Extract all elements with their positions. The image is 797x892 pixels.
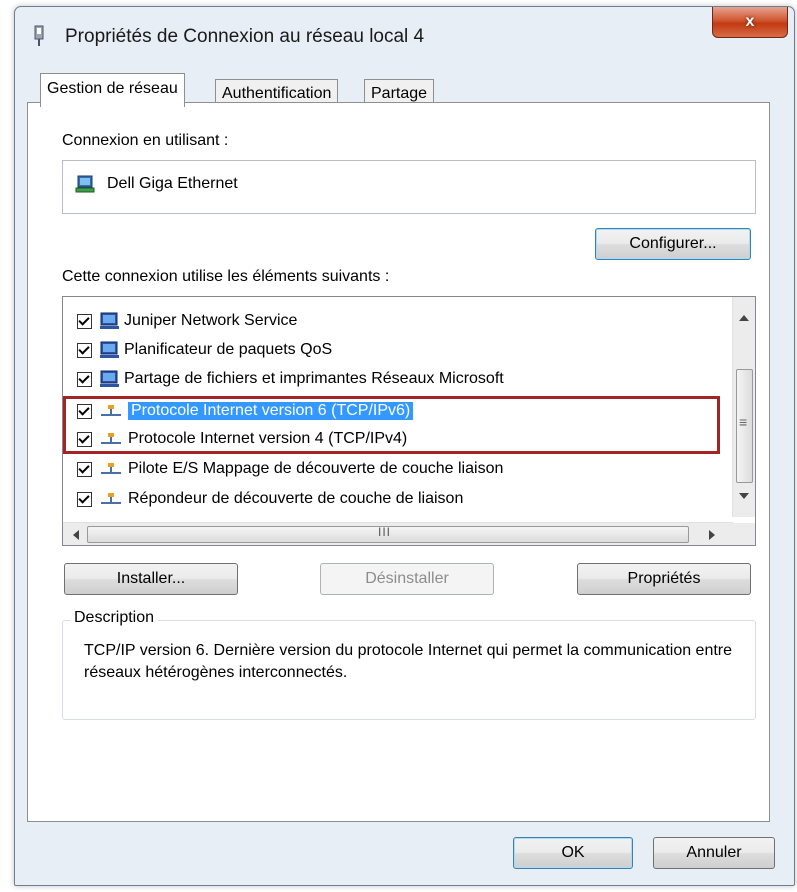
uninstall-label: Désinstaller bbox=[365, 570, 449, 587]
install-button[interactable]: Installer... bbox=[64, 563, 238, 595]
vertical-scroll-thumb[interactable]: ≡ bbox=[736, 369, 753, 483]
list-item[interactable]: Juniper Network Service bbox=[77, 307, 297, 335]
adapter-name: Dell Giga Ethernet bbox=[107, 175, 238, 192]
network-client-icon bbox=[100, 341, 119, 358]
properties-label: Propriétés bbox=[627, 570, 701, 587]
checkbox[interactable] bbox=[77, 342, 92, 358]
ok-label: OK bbox=[561, 844, 585, 861]
checkbox[interactable] bbox=[77, 461, 92, 477]
uninstall-button: Désinstaller bbox=[320, 563, 494, 595]
list-item[interactable]: Répondeur de découverte de couche de lia… bbox=[77, 485, 463, 513]
highlight-box bbox=[63, 396, 720, 454]
description-text: TCP/IP version 6. Dernière version du pr… bbox=[84, 642, 733, 681]
grip-icon: ≡ bbox=[739, 414, 748, 430]
tab-gestion-de-reseau[interactable]: Gestion de réseau bbox=[40, 73, 185, 107]
horizontal-scroll-thumb[interactable]: III bbox=[87, 525, 689, 543]
protocol-icon bbox=[101, 493, 121, 504]
item-label: Planificateur de paquets QoS bbox=[124, 341, 333, 358]
tab-label: Gestion de réseau bbox=[47, 80, 178, 97]
list-item[interactable]: Partage de fichiers et imprimantes Résea… bbox=[77, 365, 504, 393]
tab-label: Partage bbox=[371, 85, 428, 102]
title-bar[interactable]: Propriétés de Connexion au réseau local … bbox=[15, 7, 794, 63]
checkbox[interactable] bbox=[77, 313, 92, 329]
vertical-scrollbar[interactable]: ≡ bbox=[732, 297, 755, 517]
properties-button[interactable]: Propriétés bbox=[577, 563, 751, 595]
checkbox[interactable] bbox=[77, 491, 92, 507]
adapter-field: Dell Giga Ethernet bbox=[62, 160, 756, 214]
scroll-left-arrow-icon[interactable] bbox=[73, 530, 79, 540]
cancel-label: Annuler bbox=[686, 844, 742, 861]
items-label: Cette connexion utilise les éléments sui… bbox=[62, 268, 390, 285]
close-button[interactable]: x bbox=[712, 7, 788, 38]
grip-icon: III bbox=[378, 525, 392, 539]
window-title: Propriétés de Connexion au réseau local … bbox=[65, 26, 425, 47]
network-client-icon bbox=[100, 312, 119, 329]
configure-button[interactable]: Configurer... bbox=[595, 228, 751, 260]
network-adapter-icon bbox=[34, 25, 44, 46]
tab-label: Authentification bbox=[222, 85, 332, 102]
list-item[interactable]: Pilote E/S Mappage de découverte de couc… bbox=[77, 455, 503, 483]
scroll-right-arrow-icon[interactable] bbox=[709, 530, 715, 540]
network-client-icon bbox=[100, 370, 119, 387]
scrollbar-corner bbox=[733, 523, 755, 545]
list-item[interactable]: Planificateur de paquets QoS bbox=[77, 336, 332, 364]
item-label: Juniper Network Service bbox=[124, 312, 298, 329]
scroll-up-arrow-icon[interactable] bbox=[739, 315, 749, 321]
configure-label: Configurer... bbox=[629, 235, 717, 252]
item-label: Répondeur de découverte de couche de lia… bbox=[128, 490, 464, 507]
connect-using-label: Connexion en utilisant : bbox=[62, 132, 229, 149]
close-icon: x bbox=[745, 13, 755, 30]
ok-button[interactable]: OK bbox=[513, 837, 633, 869]
scroll-down-arrow-icon[interactable] bbox=[739, 493, 749, 499]
network-adapter-icon bbox=[75, 175, 95, 193]
checkbox[interactable] bbox=[77, 371, 92, 387]
cancel-button[interactable]: Annuler bbox=[653, 837, 775, 869]
item-label: Partage de fichiers et imprimantes Résea… bbox=[124, 370, 504, 387]
description-title: Description bbox=[70, 609, 159, 627]
item-label: Pilote E/S Mappage de découverte de couc… bbox=[128, 460, 504, 477]
protocol-icon bbox=[101, 463, 121, 474]
horizontal-scrollbar[interactable]: III bbox=[63, 522, 733, 545]
install-label: Installer... bbox=[116, 570, 186, 587]
